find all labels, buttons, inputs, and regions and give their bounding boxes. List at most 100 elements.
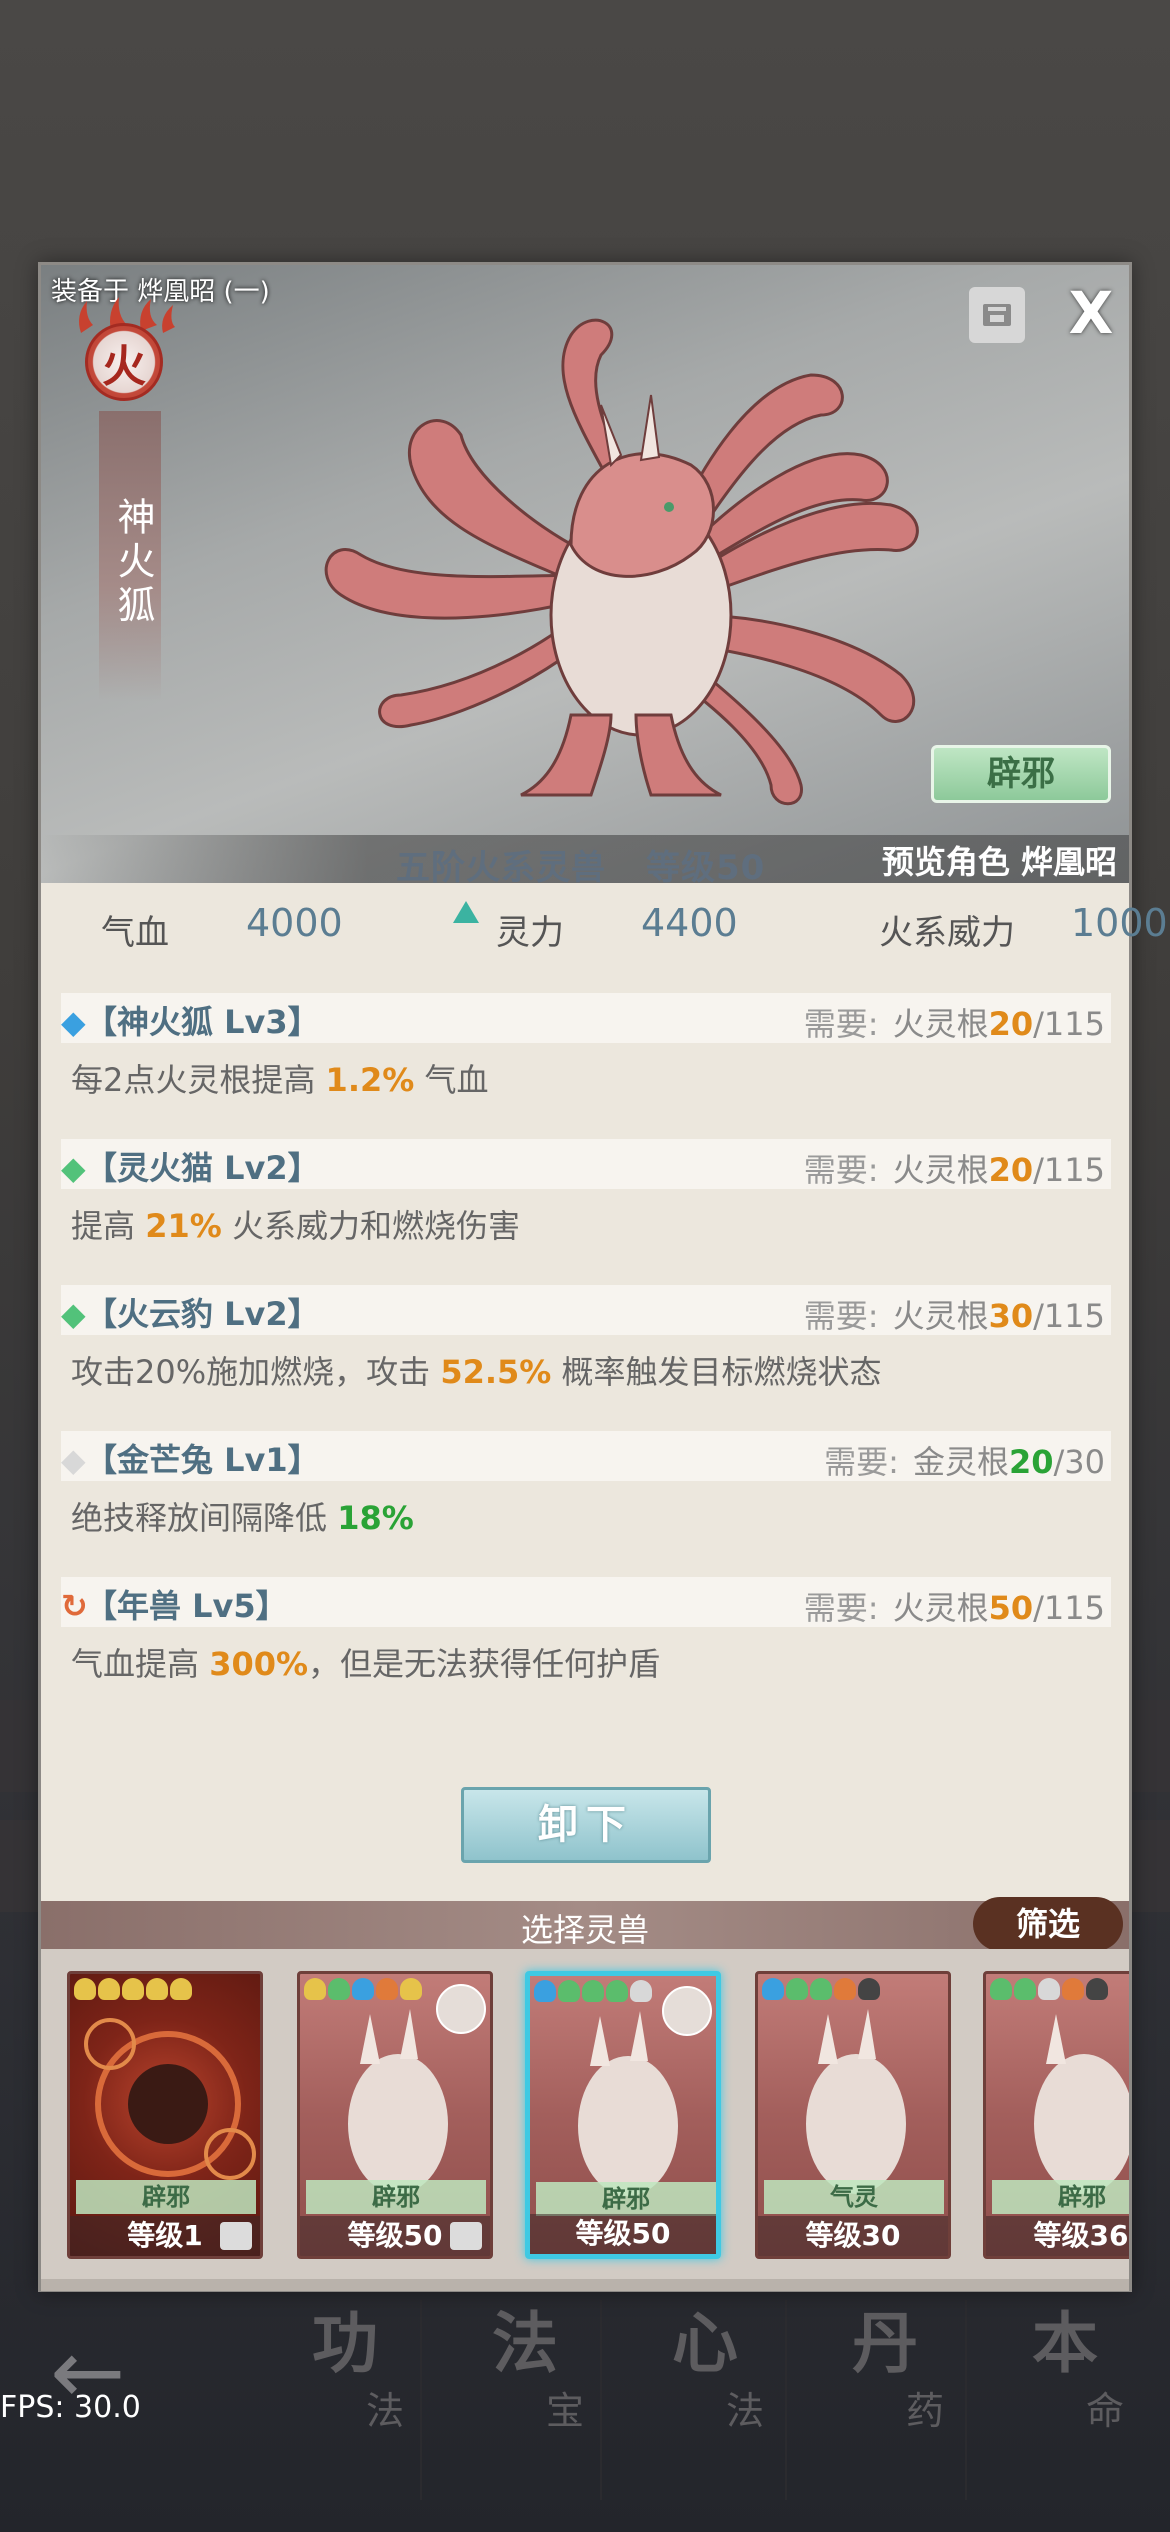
quality-gems xyxy=(762,1978,880,2000)
fire-power-value: 1000 xyxy=(1071,901,1168,945)
refresh-icon: ↻ xyxy=(61,1587,88,1625)
requirement-max: /115 xyxy=(1033,1005,1105,1043)
nav-divider xyxy=(785,2300,787,2500)
beast-card[interactable]: 辟邪 等级50 xyxy=(297,1971,493,2259)
beast-rank: 五阶火系灵兽 等级50 xyxy=(396,840,765,889)
skill-requirement: 需要: 火灵根50/115 xyxy=(804,1583,1105,1629)
gem-icon xyxy=(606,1980,628,2002)
skill-entry: ◆【火云豹 Lv2】 需要: 火灵根30/115 攻击20%施加燃烧，攻击 52.… xyxy=(61,1285,1111,1391)
requirement-label: 需要: xyxy=(803,1005,879,1043)
skill-desc-highlight: 300% xyxy=(209,1645,309,1683)
skill-desc-text: 气血提高 xyxy=(71,1645,210,1683)
gem-icon xyxy=(630,1980,652,2002)
beast-type-tag: 辟邪 xyxy=(306,2180,486,2214)
gem-icon xyxy=(170,1978,192,2000)
equipped-icon xyxy=(450,2222,482,2250)
gem-icon xyxy=(582,1980,604,2002)
beast-card[interactable]: 气灵 等级30 xyxy=(755,1971,951,2259)
skill-diamond-icon: ◆ xyxy=(61,1295,86,1333)
fox-beast-art xyxy=(806,2009,906,2194)
gem-icon xyxy=(762,1978,784,2000)
skill-entry: ↻【年兽 Lv5】 需要: 火灵根50/115 气血提高 300%，但是无法获得任… xyxy=(61,1577,1111,1683)
requirement-root: 火灵根 xyxy=(892,1151,989,1189)
nav-item-label: 心 xyxy=(672,2305,738,2382)
gem-icon xyxy=(810,1978,832,2000)
nav-item-label: 功 xyxy=(312,2305,378,2382)
skill-header: ◆【金芒兔 Lv1】 需要: 金灵根20/30 xyxy=(61,1431,1111,1481)
skill-header: ↻【年兽 Lv5】 需要: 火灵根50/115 xyxy=(61,1577,1111,1627)
requirement-current: 20 xyxy=(1008,1443,1054,1481)
skill-desc-text: 每2点火灵根提高 xyxy=(71,1061,326,1099)
skill-title: ↻【年兽 Lv5】 xyxy=(61,1581,288,1627)
skill-desc-highlight: 52.5% xyxy=(440,1353,552,1391)
skill-description: 气血提高 300%，但是无法获得任何护盾 xyxy=(71,1639,660,1685)
gem-icon xyxy=(304,1978,326,2000)
nav-item-gongfa[interactable]: 功 法 xyxy=(260,2290,430,2435)
requirement-label: 需要: xyxy=(803,1151,879,1189)
beast-card[interactable]: 辟邪 等级36 xyxy=(983,1971,1129,2259)
quality-gems xyxy=(990,1978,1108,2000)
gem-icon xyxy=(328,1978,350,2000)
skill-name: 【金芒兔 Lv1】 xyxy=(85,1441,320,1479)
requirement-current: 20 xyxy=(988,1151,1034,1189)
beast-card-selected[interactable]: 辟邪 等级50 xyxy=(525,1971,721,2259)
gem-icon xyxy=(1014,1978,1036,2000)
close-button[interactable]: X xyxy=(1061,283,1121,343)
fox-beast-art xyxy=(578,2011,678,2196)
skill-diamond-icon: ◆ xyxy=(61,1149,86,1187)
nav-item-label: 本 xyxy=(1032,2305,1098,2382)
fire-element-badge: 火 xyxy=(85,323,163,401)
fox-beast-art xyxy=(1034,2014,1129,2194)
beast-card[interactable]: 辟邪 等级1 xyxy=(67,1971,263,2259)
gem-icon xyxy=(146,1978,168,2000)
skill-description: 攻击20%施加燃烧，攻击 52.5% 概率触发目标燃烧状态 xyxy=(71,1347,882,1393)
filter-button[interactable]: 筛选 xyxy=(973,1897,1123,1951)
skill-desc-highlight: 18% xyxy=(337,1499,414,1537)
fire-power-label: 火系威力 xyxy=(879,913,1015,953)
skill-desc-text: 攻击20%施加燃烧，攻击 xyxy=(71,1353,441,1391)
spirit-value: 4400 xyxy=(641,901,738,945)
nav-item-xinfa[interactable]: 心 法 xyxy=(620,2290,790,2435)
requirement-label: 需要: xyxy=(803,1297,879,1335)
select-beast-title: 选择灵兽 xyxy=(520,1911,649,1949)
skill-desc-text: 气血 xyxy=(414,1061,489,1099)
skill-name: 【年兽 Lv5】 xyxy=(85,1587,288,1625)
skill-requirement: 需要: 火灵根30/115 xyxy=(804,1291,1105,1337)
gem-icon xyxy=(352,1978,374,2000)
nav-item-fabao[interactable]: 法 宝 xyxy=(440,2290,610,2435)
spirit-label: 灵力 xyxy=(496,913,564,953)
preview-character-label: 预览角色 烨凰昭 xyxy=(881,843,1117,881)
skill-diamond-icon: ◆ xyxy=(61,1003,86,1041)
nav-item-danyao[interactable]: 丹 药 xyxy=(800,2290,970,2435)
skill-name: 【神火狐 Lv3】 xyxy=(85,1003,320,1041)
requirement-label: 需要: xyxy=(803,1589,879,1627)
skill-description: 提高 21% 火系威力和燃烧伤害 xyxy=(71,1201,520,1247)
save-button[interactable] xyxy=(969,287,1025,343)
unequip-button[interactable]: 卸下 xyxy=(461,1787,711,1863)
skill-header: ◆【灵火猫 Lv2】 需要: 火灵根20/115 xyxy=(61,1139,1111,1189)
beast-level: 等级30 xyxy=(758,2216,948,2256)
nav-item-sublabel: 命 xyxy=(1085,2389,1124,2433)
rank-label: 五阶火系灵兽 xyxy=(396,848,606,888)
equipped-icon xyxy=(220,2222,252,2250)
gem-icon xyxy=(74,1978,96,2000)
skill-requirement: 需要: 火灵根20/115 xyxy=(804,1145,1105,1191)
skill-requirement: 需要: 火灵根20/115 xyxy=(804,999,1105,1045)
nav-divider xyxy=(600,2300,602,2500)
beast-type-tag-button[interactable]: 辟邪 xyxy=(931,745,1111,803)
nav-item-label: 法 xyxy=(492,2305,558,2382)
quality-gems xyxy=(534,1980,652,2002)
nav-divider xyxy=(965,2300,967,2500)
gem-icon xyxy=(990,1978,1012,2000)
skill-desc-text: 火系威力和燃烧伤害 xyxy=(221,1207,520,1245)
hp-label: 气血 xyxy=(101,913,169,953)
gem-icon xyxy=(400,1978,422,2000)
stats-row: 气血 4000 灵力 4400 火系威力 1000 xyxy=(41,893,1168,963)
requirement-current: 20 xyxy=(988,1005,1034,1043)
nav-item-benming[interactable]: 本 命 xyxy=(980,2290,1150,2435)
quality-gems xyxy=(74,1978,192,2000)
nav-item-label: 丹 xyxy=(852,2305,918,2382)
spirit-up-icon xyxy=(453,901,479,923)
beast-card-list: 辟邪 等级1 辟邪 等级50 辟邪 等级50 气灵 等级30 辟邪 等级36 xyxy=(41,1949,1129,2279)
beast-type-tag: 辟邪 xyxy=(76,2180,256,2214)
